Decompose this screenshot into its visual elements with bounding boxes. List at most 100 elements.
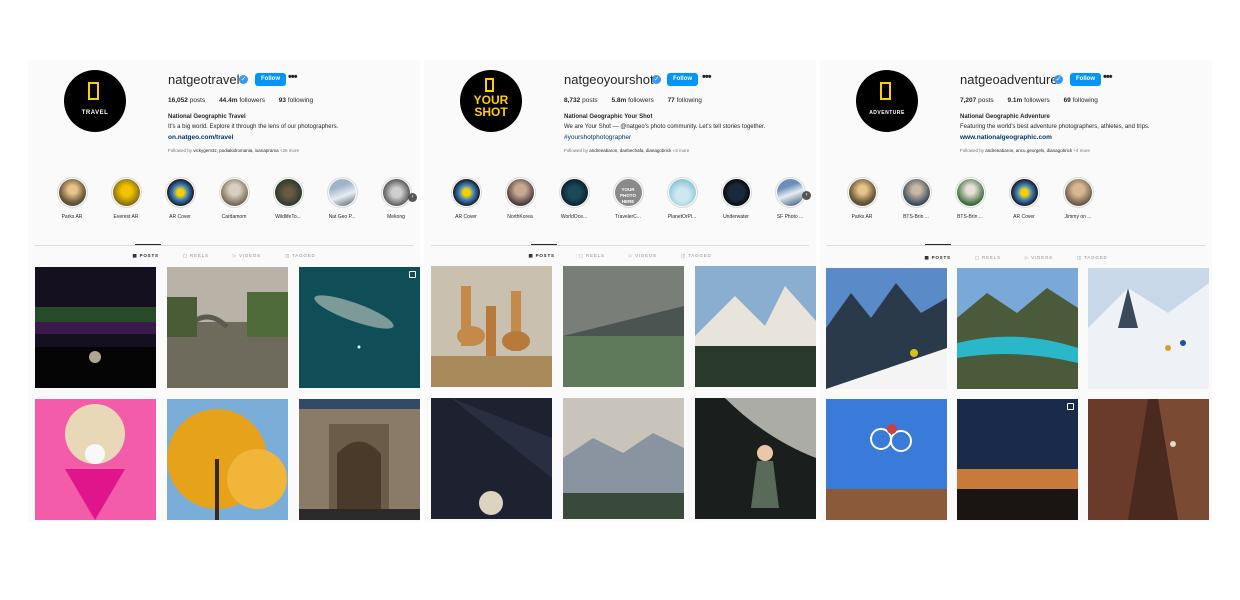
highlight-everest-ar[interactable]: Everest AR xyxy=(102,177,150,220)
follow-button[interactable]: Follow xyxy=(1070,73,1101,86)
post-thumbnail[interactable] xyxy=(563,266,684,387)
follow-button[interactable]: Follow xyxy=(255,73,286,86)
followers-stat[interactable]: 44.4m followers xyxy=(219,97,265,104)
chevron-right-icon[interactable]: › xyxy=(408,193,417,202)
tab-videos[interactable]: ▷ VIDEOS xyxy=(1025,255,1053,261)
post-thumbnail[interactable] xyxy=(299,399,420,520)
post-thumbnail[interactable] xyxy=(35,267,156,388)
tab-divider xyxy=(827,245,1205,246)
username: natgeotravel xyxy=(168,72,240,87)
highlight-cardamom[interactable]: Cardamom xyxy=(210,177,258,220)
active-tab-indicator xyxy=(925,244,951,245)
more-options-icon[interactable]: ••• xyxy=(288,71,298,83)
active-tab-indicator xyxy=(135,244,161,245)
highlight-parks-ar[interactable]: Parks AR xyxy=(838,177,886,220)
profile-avatar[interactable]: YOUR SHOT xyxy=(460,70,522,132)
highlight-wildlifetours[interactable]: WildlifeTo... xyxy=(264,177,312,220)
tab-posts[interactable]: ▦ POSTS xyxy=(132,253,158,259)
tagged-icon: ◫ xyxy=(1077,255,1083,260)
post-thumbnail[interactable] xyxy=(1088,268,1209,389)
profile-link[interactable]: on.natgeo.com/travel xyxy=(168,134,233,141)
highlight-jimmy[interactable]: Jimmy on ... xyxy=(1054,177,1102,220)
reels-icon: ▢ xyxy=(974,255,980,260)
tab-tagged[interactable]: ◫ TAGGED xyxy=(681,253,712,259)
highlight-ar-cover[interactable]: AR Cover xyxy=(442,177,490,220)
highlight-parks-ar[interactable]: Parks AR xyxy=(48,177,96,220)
display-name: National Geographic Your Shot xyxy=(564,114,653,120)
highlight-planetorplastic[interactable]: PlanetOrPl... xyxy=(658,177,706,220)
tagged-icon: ◫ xyxy=(681,253,687,258)
highlight-northkorea[interactable]: NorthKorea xyxy=(496,177,544,220)
post-thumbnail[interactable] xyxy=(826,399,947,520)
follow-button[interactable]: Follow xyxy=(667,73,698,86)
avatar-label: TRAVEL xyxy=(81,110,109,116)
profile-panel-natgeoadventure: ADVENTURE natgeoadventure ✓ Follow ••• 7… xyxy=(820,60,1212,522)
following-stat[interactable]: 69 following xyxy=(1064,97,1098,104)
highlight-ar-cover[interactable]: AR Cover xyxy=(1000,177,1048,220)
natgeo-logo-icon xyxy=(880,82,891,100)
post-thumbnail[interactable] xyxy=(167,399,288,520)
posts-stat[interactable]: 16,052 posts xyxy=(168,97,205,104)
post-thumbnail[interactable] xyxy=(1088,399,1209,520)
post-thumbnail[interactable] xyxy=(957,268,1078,389)
post-thumbnail[interactable] xyxy=(167,267,288,388)
tab-divider xyxy=(35,245,413,246)
videos-icon: ▷ xyxy=(628,253,634,258)
reels-icon: ▢ xyxy=(578,253,584,258)
grid-icon: ▦ xyxy=(924,255,930,260)
posts-stat[interactable]: 7,207 posts xyxy=(960,97,994,104)
post-thumbnail[interactable] xyxy=(35,399,156,520)
tab-tagged[interactable]: ◫ TAGGED xyxy=(1077,255,1108,261)
more-options-icon[interactable]: ••• xyxy=(1103,71,1113,83)
post-thumbnail[interactable] xyxy=(695,266,816,387)
tab-tagged[interactable]: ◫ TAGGED xyxy=(285,253,316,259)
post-thumbnail[interactable] xyxy=(299,267,420,388)
post-thumbnail[interactable] xyxy=(957,399,1078,520)
bio-text: Featuring the world's best adventure pho… xyxy=(960,124,1150,130)
tab-videos[interactable]: ▷ VIDEOS xyxy=(233,253,261,259)
followed-by[interactable]: Followed by andreeabaron, ancu.georgels,… xyxy=(960,148,1090,153)
posts-stat[interactable]: 8,732 posts xyxy=(564,97,598,104)
post-thumbnail[interactable] xyxy=(431,266,552,387)
tab-reels[interactable]: ▢ REELS xyxy=(579,253,605,259)
username: natgeoyourshot xyxy=(564,72,654,87)
highlight-travelercontest[interactable]: YOUR PHOTO HERE TravelerC... xyxy=(604,177,652,220)
post-thumbnail[interactable] xyxy=(431,398,552,519)
tab-reels[interactable]: ▢ REELS xyxy=(183,253,209,259)
followers-stat[interactable]: 9.1m followers xyxy=(1007,97,1049,104)
highlight-ar-cover[interactable]: AR Cover xyxy=(156,177,204,220)
tab-posts[interactable]: ▦ POSTS xyxy=(924,255,950,261)
tab-posts[interactable]: ▦ POSTS xyxy=(528,253,554,259)
followed-by[interactable]: Followed by andreeabaron, danbechafa, di… xyxy=(564,148,689,153)
natgeo-logo-icon xyxy=(88,82,99,100)
profile-avatar[interactable]: TRAVEL xyxy=(64,70,126,132)
more-options-icon[interactable]: ••• xyxy=(702,71,712,83)
post-thumbnail[interactable] xyxy=(826,268,947,389)
bio-hashtag[interactable]: #yourshotphotographer xyxy=(564,134,631,141)
profile-link[interactable]: www.nationalgeographic.com xyxy=(960,134,1052,141)
followers-stat[interactable]: 5.8m followers xyxy=(611,97,653,104)
display-name: National Geographic Travel xyxy=(168,114,246,120)
display-name: National Geographic Adventure xyxy=(960,114,1050,120)
post-thumbnail[interactable] xyxy=(563,398,684,519)
highlight-bts-brin-1[interactable]: BTS-Brin ... xyxy=(892,177,940,220)
tab-videos[interactable]: ▷ VIDEOS xyxy=(629,253,657,259)
profile-tabs: ▦ POSTS ▢ REELS ▷ VIDEOS ◫ TAGGED xyxy=(820,255,1212,261)
following-stat[interactable]: 77 following xyxy=(668,97,702,104)
grid-icon: ▦ xyxy=(132,253,138,258)
profile-panel-natgeoyourshot: YOUR SHOT natgeoyourshot ✓ Follow ••• 8,… xyxy=(424,60,816,522)
profile-stats: 8,732 posts 5.8m followers 77 following xyxy=(564,97,714,104)
highlight-worldoceans[interactable]: WorldOce... xyxy=(550,177,598,220)
chevron-right-icon[interactable]: › xyxy=(802,191,811,200)
highlight-bts-brin-2[interactable]: BTS-Brin ... xyxy=(946,177,994,220)
following-stat[interactable]: 93 following xyxy=(279,97,313,104)
highlight-underwater[interactable]: Underwater xyxy=(712,177,760,220)
tagged-icon: ◫ xyxy=(285,253,291,258)
tab-reels[interactable]: ▢ REELS xyxy=(975,255,1001,261)
profile-avatar[interactable]: ADVENTURE xyxy=(856,70,918,132)
reels-icon: ▢ xyxy=(182,253,188,258)
bio-text: It's a big world. Explore it through the… xyxy=(168,124,339,130)
highlight-natgeo-photo[interactable]: Nat Geo P... xyxy=(318,177,366,220)
post-thumbnail[interactable] xyxy=(695,398,816,519)
followed-by[interactable]: Followed by vickygem3z, podiakidromania,… xyxy=(168,148,299,153)
